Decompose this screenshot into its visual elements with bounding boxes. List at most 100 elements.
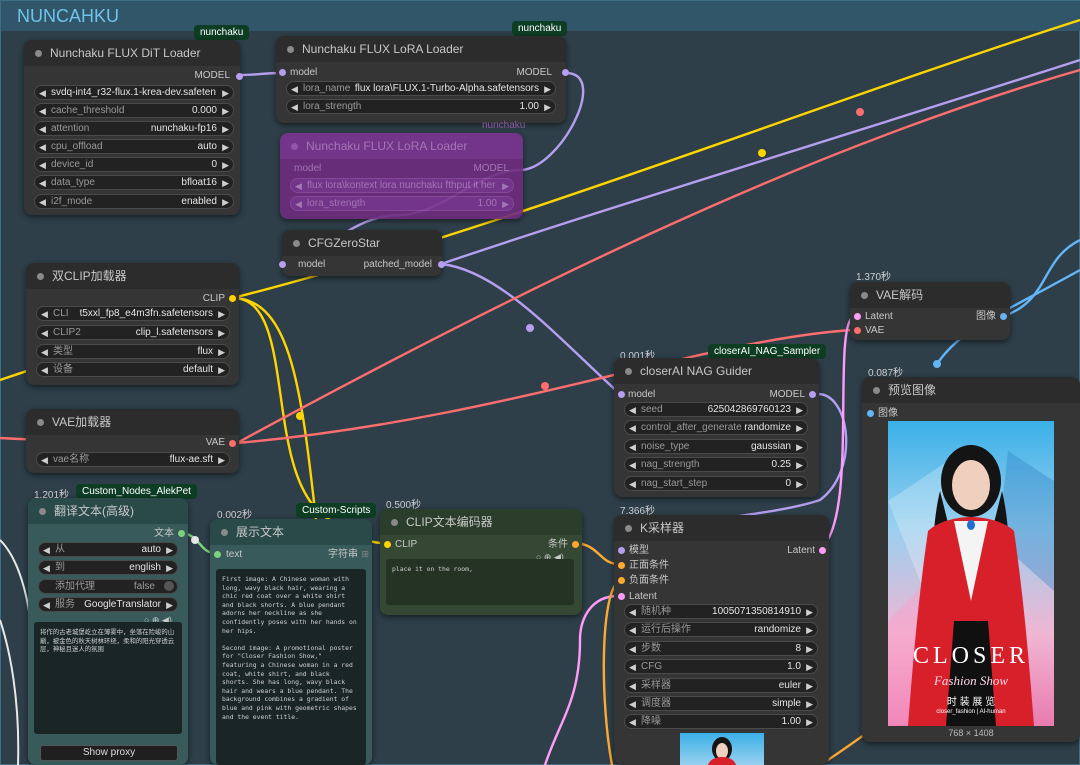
ksampler-neg-socket[interactable]: [618, 577, 625, 584]
arrow-left-icon[interactable]: ◀: [43, 561, 50, 575]
arrow-left-icon[interactable]: ◀: [629, 660, 636, 674]
arrow-left-icon[interactable]: ◀: [629, 421, 636, 435]
translate-out-socket[interactable]: [178, 530, 185, 537]
arrow-right-icon[interactable]: ▶: [222, 195, 229, 209]
arrow-right-icon[interactable]: ▶: [222, 158, 229, 172]
arrow-right-icon[interactable]: ▶: [166, 561, 173, 575]
ksampler-widget-2[interactable]: ◀ 步数 8 ▶: [624, 641, 818, 656]
arrow-right-icon[interactable]: ▶: [222, 104, 229, 118]
vaeload-widget-0[interactable]: ◀ vae名称 flux-ae.sft ▶: [36, 452, 230, 467]
ksampler-widget-4[interactable]: ◀ 采样器 euler ▶: [624, 678, 818, 693]
arrow-right-icon[interactable]: ▶: [222, 176, 229, 190]
encode-prompt-textarea[interactable]: place it on the room,: [386, 559, 574, 605]
collapse-dot-icon[interactable]: [39, 508, 46, 515]
translate-input-textarea[interactable]: 将作的古老城堡屹立在薄雾中，坐落在险峻的山巅，被金色的秋天树林环绕，柔和的阳光穿…: [34, 622, 182, 734]
arrow-left-icon[interactable]: ◀: [295, 179, 302, 193]
arrow-left-icon[interactable]: ◀: [39, 104, 46, 118]
arrow-right-icon[interactable]: ▶: [544, 100, 551, 114]
arrow-right-icon[interactable]: ▶: [806, 605, 813, 619]
arrow-right-icon[interactable]: ▶: [218, 326, 225, 340]
dit-widget-6[interactable]: ◀ i2f_mode enabled ▶: [34, 194, 234, 209]
lora2-widget-1[interactable]: ◀ lora_strength 1.00 ▶: [290, 196, 514, 211]
arrow-right-icon[interactable]: ▶: [796, 440, 803, 454]
dit-widget-2[interactable]: ◀ attention nunchaku-fp16 ▶: [34, 121, 234, 136]
arrow-left-icon[interactable]: ◀: [41, 453, 48, 467]
arrow-right-icon[interactable]: ▶: [502, 197, 509, 211]
arrow-left-icon[interactable]: ◀: [629, 403, 636, 417]
lora2-widget-0[interactable]: ◀ flux lora\kontext lora nunchaku fthput …: [290, 178, 514, 193]
collapse-dot-icon[interactable]: [391, 519, 398, 526]
encode-out-socket[interactable]: [572, 541, 579, 548]
arrow-left-icon[interactable]: ◀: [43, 543, 50, 557]
show-in-socket[interactable]: [214, 551, 221, 558]
dit-header[interactable]: Nunchaku FLUX DiT Loader: [24, 40, 240, 66]
arrow-left-icon[interactable]: ◀: [39, 86, 46, 100]
dit-out-socket[interactable]: [236, 73, 243, 80]
arrow-right-icon[interactable]: ▶: [222, 122, 229, 136]
arrow-right-icon[interactable]: ▶: [806, 642, 813, 656]
arrow-right-icon[interactable]: ▶: [544, 82, 551, 96]
preview-header[interactable]: 预览图像: [862, 377, 1080, 403]
lora-in-socket[interactable]: [279, 69, 286, 76]
arrow-right-icon[interactable]: ▶: [806, 623, 813, 637]
clip-text-encode-node[interactable]: CLIP文本编码器 CLIP 条件 ○ ⊕ ◀) place it on the…: [380, 509, 582, 615]
arrow-left-icon[interactable]: ◀: [41, 307, 48, 321]
translate-header[interactable]: 翻译文本(高级): [28, 498, 188, 524]
ksampler-pos-socket[interactable]: [618, 562, 625, 569]
nag-out-socket[interactable]: [809, 391, 816, 398]
show-proxy-button[interactable]: Show proxy: [40, 745, 178, 761]
translate-widget-3[interactable]: ◀ 服务 GoogleTranslator ▶: [38, 597, 178, 612]
collapse-dot-icon[interactable]: [625, 368, 632, 375]
collapse-dot-icon[interactable]: [35, 50, 42, 57]
dualclip-widget-3[interactable]: ◀ 设备 default ▶: [36, 362, 230, 377]
arrow-left-icon[interactable]: ◀: [629, 642, 636, 656]
collapse-dot-icon[interactable]: [625, 525, 632, 532]
ksampler-model-socket[interactable]: [618, 547, 625, 554]
arrow-right-icon[interactable]: ▶: [166, 598, 173, 612]
nag-in-socket[interactable]: [618, 391, 625, 398]
arrow-left-icon[interactable]: ◀: [39, 140, 46, 154]
nag-widget-3[interactable]: ◀ nag_strength 0.25 ▶: [624, 457, 808, 472]
cfg-zero-star-node[interactable]: CFGZeroStar model patched_model: [279, 230, 445, 276]
lora-widget-1[interactable]: ◀ lora_strength 1.00 ▶: [286, 99, 556, 114]
dit-widget-0[interactable]: ◀ svdq-int4_r32-flux.1-krea-dev.safeten ▶: [34, 85, 234, 100]
arrow-right-icon[interactable]: ▶: [796, 421, 803, 435]
arrow-left-icon[interactable]: ◀: [39, 176, 46, 190]
arrow-left-icon[interactable]: ◀: [41, 326, 48, 340]
arrow-right-icon[interactable]: ▶: [796, 458, 803, 472]
show-output-textarea[interactable]: First image: A Chinese woman with long, …: [216, 569, 366, 765]
arrow-left-icon[interactable]: ◀: [629, 605, 636, 619]
vae-decode-node[interactable]: VAE解码 Latent VAE 图像: [850, 282, 1010, 340]
collapse-dot-icon[interactable]: [291, 143, 298, 150]
dit-loader-node[interactable]: Nunchaku FLUX DiT Loader MODEL ◀ svdq-int…: [24, 40, 243, 215]
lora-widget-0[interactable]: ◀ lora_name flux lora\FLUX.1-Turbo-Alpha.s…: [286, 81, 556, 96]
arrow-right-icon[interactable]: ▶: [806, 679, 813, 693]
collapse-dot-icon[interactable]: [37, 419, 44, 426]
ksampler-preview-thumbnail[interactable]: [680, 733, 764, 765]
arrow-right-icon[interactable]: ▶: [796, 477, 803, 491]
dit-widget-5[interactable]: ◀ data_type bfloat16 ▶: [34, 175, 234, 190]
arrow-left-icon[interactable]: ◀: [43, 598, 50, 612]
arrow-left-icon[interactable]: ◀: [629, 697, 636, 711]
arrow-left-icon[interactable]: ◀: [295, 197, 302, 211]
arrow-right-icon[interactable]: ▶: [218, 363, 225, 377]
arrow-left-icon[interactable]: ◀: [629, 477, 636, 491]
lora2-loader-node-bypassed[interactable]: Nunchaku FLUX LoRA Loader model MODEL ◀ f…: [280, 133, 523, 219]
show-out-grid-icon[interactable]: ⊞: [361, 548, 369, 560]
arrow-left-icon[interactable]: ◀: [629, 715, 636, 729]
cfg-header[interactable]: CFGZeroStar: [282, 230, 442, 256]
arrow-right-icon[interactable]: ▶: [166, 543, 173, 557]
arrow-right-icon[interactable]: ▶: [222, 86, 229, 100]
collapse-dot-icon[interactable]: [287, 46, 294, 53]
ksampler-widget-3[interactable]: ◀ CFG 1.0 ▶: [624, 659, 818, 674]
vae-loader-node[interactable]: VAE加载器 VAE ◀ vae名称 flux-ae.sft ▶: [26, 409, 239, 473]
arrow-right-icon[interactable]: ▶: [218, 453, 225, 467]
arrow-right-icon[interactable]: ▶: [222, 140, 229, 154]
ksampler-widget-1[interactable]: ◀ 运行后操作 randomize ▶: [624, 622, 818, 637]
lora2-header[interactable]: Nunchaku FLUX LoRA Loader: [280, 133, 523, 159]
nag-widget-2[interactable]: ◀ noise_type gaussian ▶: [624, 439, 808, 454]
dualclip-widget-2[interactable]: ◀ 类型 flux ▶: [36, 344, 230, 359]
arrow-right-icon[interactable]: ▶: [502, 179, 509, 193]
ksampler-widget-0[interactable]: ◀ 随机种 1005071350814910 ▶: [624, 604, 818, 619]
lora-header[interactable]: Nunchaku FLUX LoRA Loader: [276, 36, 566, 62]
